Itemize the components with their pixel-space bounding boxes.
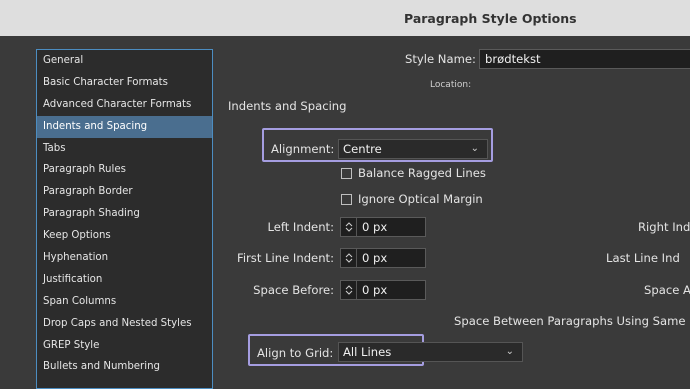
sidebar-item[interactable]: Basic Character Formats — [37, 72, 212, 94]
space-before-value: 0 px — [362, 283, 388, 297]
stepper-icon[interactable] — [341, 249, 357, 267]
sidebar-item[interactable]: Span Columns — [37, 291, 212, 313]
alignment-label: Alignment: — [271, 142, 335, 156]
sidebar-item[interactable]: Keep Options — [37, 225, 212, 247]
sidebar-item[interactable]: Paragraph Rules — [37, 159, 212, 181]
first-line-indent-label: First Line Indent: — [237, 251, 334, 265]
sidebar-item[interactable]: Paragraph Shading — [37, 203, 212, 225]
space-after-label: Space A — [644, 283, 690, 297]
align-grid-select[interactable]: All Lines ⌄ — [338, 342, 523, 362]
space-before-field[interactable]: 0 px — [340, 280, 426, 300]
align-grid-value: All Lines — [343, 345, 392, 359]
sidebar-item[interactable]: Paragraph Border — [37, 181, 212, 203]
stepper-icon[interactable] — [341, 218, 357, 236]
dialog-body: General Basic Character Formats Advanced C… — [0, 36, 690, 389]
left-indent-value: 0 px — [362, 220, 388, 234]
chevron-down-icon: ⌄ — [470, 143, 479, 154]
style-name-input[interactable]: brødtekst — [479, 49, 690, 69]
balance-ragged-label: Balance Ragged Lines — [358, 166, 486, 180]
space-between-label: Space Between Paragraphs Using Same S — [454, 314, 690, 328]
chevron-down-icon: ⌄ — [505, 346, 514, 357]
sidebar-item[interactable]: Indents and Spacing — [37, 115, 212, 138]
sidebar-item[interactable]: GREP Style — [37, 335, 212, 357]
left-indent-field[interactable]: 0 px — [340, 217, 426, 237]
category-list[interactable]: General Basic Character Formats Advanced C… — [36, 49, 213, 389]
sidebar-item[interactable]: Hyphenation — [37, 247, 212, 269]
sidebar-item[interactable]: Advanced Character Formats — [37, 94, 212, 116]
sidebar-item[interactable]: Justification — [37, 269, 212, 291]
alignment-select[interactable]: Centre ⌄ — [338, 139, 488, 159]
sidebar-item[interactable]: Tabs — [37, 138, 212, 160]
dialog-title: Paragraph Style Options — [404, 11, 577, 26]
dialog-titlebar: Paragraph Style Options — [0, 0, 690, 36]
left-indent-label: Left Indent: — [267, 220, 334, 234]
style-name-label: Style Name: — [405, 52, 476, 66]
sidebar-item[interactable]: Drop Caps and Nested Styles — [37, 313, 212, 335]
last-line-indent-label: Last Line Ind — [606, 251, 680, 265]
ignore-optical-checkbox[interactable] — [341, 194, 352, 205]
section-title: Indents and Spacing — [228, 99, 347, 113]
location-label: Location: — [430, 80, 472, 90]
sidebar-item[interactable]: Bullets and Numbering — [37, 356, 212, 378]
right-indent-label: Right Ind — [638, 220, 690, 234]
space-before-label: Space Before: — [253, 283, 334, 297]
ignore-optical-label: Ignore Optical Margin — [358, 192, 483, 206]
stepper-icon[interactable] — [341, 281, 357, 299]
align-grid-label: Align to Grid: — [257, 346, 334, 360]
balance-ragged-checkbox[interactable] — [341, 168, 352, 179]
sidebar-item[interactable]: General — [37, 50, 212, 72]
first-line-indent-field[interactable]: 0 px — [340, 248, 426, 268]
first-line-indent-value: 0 px — [362, 251, 388, 265]
alignment-value: Centre — [343, 142, 382, 156]
